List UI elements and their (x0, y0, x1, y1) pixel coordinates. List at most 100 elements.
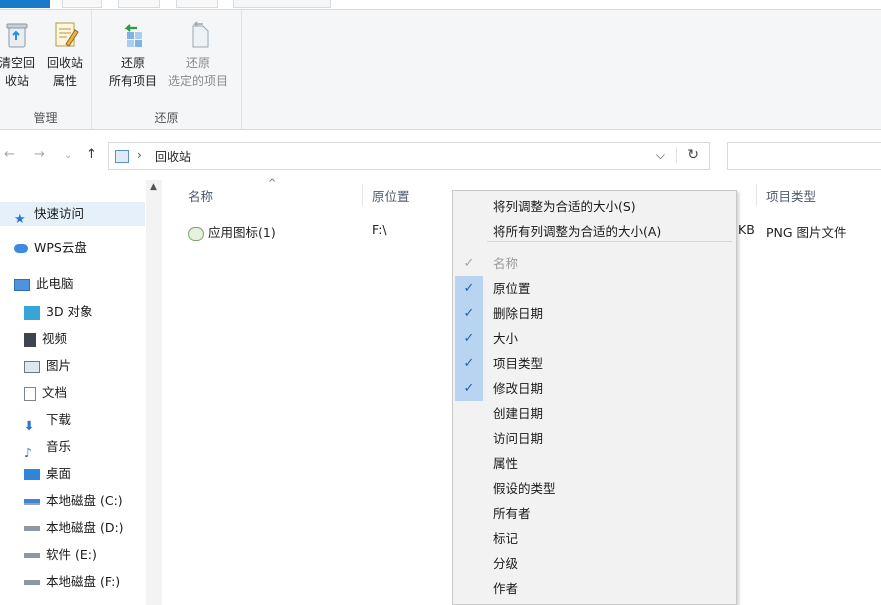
check-icon: ✓ (455, 276, 483, 301)
menu-item-label: 项目类型 (493, 356, 544, 371)
nav-item-drive-c[interactable]: 本地磁盘 (C:) (0, 489, 145, 513)
tab-share[interactable] (118, 0, 160, 8)
menu-column-toggle-date-accessed[interactable]: 访问日期 (453, 426, 736, 451)
navigation-bar: ← → ⌄ ↑ › 回收站 ⌵ ↻ (0, 138, 881, 174)
restore-all-items-button[interactable]: 还原 所有项目 (102, 18, 164, 90)
file-size: KB (738, 222, 755, 237)
search-input[interactable] (727, 142, 881, 170)
menu-item-label: 原位置 (493, 281, 531, 296)
restore-all-icon (124, 24, 142, 47)
check-icon (455, 426, 483, 451)
nav-item-drive-f[interactable]: 本地磁盘 (F:) (0, 570, 145, 594)
menu-column-toggle-authors[interactable]: 作者 (453, 576, 736, 601)
nav-item-3d-objects[interactable]: 3D 对象 (0, 300, 145, 324)
menu-column-toggle-attributes[interactable]: 属性 (453, 451, 736, 476)
menu-column-toggle-date-modified[interactable]: ✓ 修改日期 (453, 376, 736, 401)
nav-item-downloads[interactable]: ⬇ 下载 (0, 408, 145, 433)
menu-item-label: 分级 (493, 556, 519, 571)
menu-item-label: 作者 (493, 581, 519, 596)
check-icon (455, 476, 483, 501)
menu-item-label: 删除日期 (493, 306, 544, 321)
scroll-up-arrow-icon[interactable]: ▲ (150, 182, 157, 192)
cube-icon (24, 305, 40, 320)
nav-item-desktop[interactable]: 桌面 (0, 462, 145, 486)
column-context-menu: 将列调整为合适的大小(S) 将所有列调整为合适的大小(A) ✓ 名称 ✓ 原位置 ✓ 删除… (452, 190, 737, 605)
menu-column-toggle-perceived-type[interactable]: 假设的类型 (453, 476, 736, 501)
ribbon-group-restore: 还原 所有项目 还原 选定的项目 还原 (92, 10, 242, 130)
menu-column-toggle-size[interactable]: ✓ 大小 (453, 326, 736, 351)
menu-column-toggle-name: ✓ 名称 (453, 251, 736, 276)
tab-view[interactable] (176, 0, 218, 8)
computer-icon (14, 278, 30, 291)
drive-icon (24, 580, 40, 585)
empty-recycle-bin-button[interactable]: 清空回 收站 (0, 18, 40, 90)
restore-selected-items-button[interactable]: 还原 选定的项目 (164, 18, 232, 90)
check-icon (455, 551, 483, 576)
file-name: 应用图标(1) (208, 225, 276, 240)
nav-item-label: 本地磁盘 (C:) (46, 493, 123, 508)
nav-item-drive-e[interactable]: 软件 (E:) (0, 543, 145, 567)
restore-selected-icon (192, 21, 209, 48)
refresh-icon[interactable]: ↻ (676, 147, 699, 163)
nav-item-label: 软件 (E:) (46, 547, 97, 562)
nav-item-quick-access[interactable]: ★ 快速访问 (0, 202, 145, 227)
breadcrumb-recycle-bin[interactable]: 回收站 (155, 148, 191, 165)
menu-column-toggle-original-location[interactable]: ✓ 原位置 (453, 276, 736, 301)
column-header-item-type[interactable]: 项目类型 (766, 186, 816, 205)
menu-column-toggle-tags[interactable]: 标记 (453, 526, 736, 551)
menu-column-toggle-date-created[interactable]: 创建日期 (453, 401, 736, 426)
column-divider[interactable] (362, 184, 363, 206)
up-button[interactable]: ↑ (86, 147, 97, 162)
nav-item-documents[interactable]: 文档 (0, 381, 145, 405)
nav-item-label: 视频 (42, 331, 68, 346)
menu-column-toggle-date-deleted[interactable]: ✓ 删除日期 (453, 301, 736, 326)
nav-item-this-pc[interactable]: 此电脑 (0, 272, 145, 296)
menu-column-toggle-item-type[interactable]: ✓ 项目类型 (453, 351, 736, 376)
menu-item-size-column-to-fit[interactable]: 将列调整为合适的大小(S) (453, 194, 736, 219)
nav-pane-scrollbar[interactable]: ▲ (146, 180, 162, 605)
tab-file[interactable] (0, 0, 50, 8)
file-original-location: F:\ (372, 222, 387, 237)
file-type: PNG 图片文件 (766, 225, 847, 240)
download-arrow-icon: ⬇ (24, 417, 35, 433)
file-row[interactable]: 应用图标(1) (188, 222, 276, 241)
restore-selected-label-2: 选定的项目 (167, 74, 228, 88)
forward-button[interactable]: → (34, 147, 45, 162)
check-icon (455, 451, 483, 476)
nav-item-label: 下载 (46, 412, 72, 427)
ribbon-group-restore-label: 还原 (154, 111, 179, 125)
nav-item-wps-cloud[interactable]: WPS云盘 (0, 236, 145, 260)
nav-item-label: 桌面 (46, 466, 72, 481)
nav-item-label: 本地磁盘 (F:) (46, 574, 121, 589)
check-icon (455, 576, 483, 601)
drive-icon (24, 553, 40, 558)
nav-item-music[interactable]: ♪ 音乐 (0, 435, 145, 460)
menu-item-label: 将列调整为合适的大小(S) (493, 199, 636, 214)
menu-column-toggle-rating[interactable]: 分级 (453, 551, 736, 576)
nav-item-videos[interactable]: 视频 (0, 327, 145, 351)
tab-home[interactable] (62, 0, 102, 8)
back-button[interactable]: ← (4, 147, 15, 162)
properties-label-2: 属性 (52, 74, 77, 88)
tab-recycle-bin-tools[interactable] (233, 0, 331, 8)
document-icon (24, 386, 36, 401)
ribbon: 清空回 收站 回收站 属性 管理 还原 所有项目 还原 选定的项目 还原 (0, 10, 881, 130)
column-divider[interactable] (756, 184, 757, 206)
nav-item-label: 快速访问 (34, 206, 85, 221)
check-icon: ✓ (455, 351, 483, 376)
recent-locations-button[interactable]: ⌄ (64, 150, 72, 161)
nav-item-pictures[interactable]: 图片 (0, 354, 145, 378)
ribbon-group-manage: 清空回 收站 回收站 属性 管理 (0, 10, 92, 130)
menu-column-toggle-owner[interactable]: 所有者 (453, 501, 736, 526)
recycle-bin-properties-button[interactable]: 回收站 属性 (42, 18, 88, 90)
address-dropdown-icon[interactable]: ⌵ (656, 148, 665, 163)
address-bar[interactable]: › 回收站 ⌵ ↻ (108, 142, 710, 170)
restore-all-label-2: 所有项目 (108, 74, 157, 88)
nav-item-drive-d[interactable]: 本地磁盘 (D:) (0, 516, 145, 540)
column-header-original-location[interactable]: 原位置 (372, 186, 410, 205)
cloud-icon (14, 244, 28, 253)
column-header-name[interactable]: 名称 (188, 186, 213, 205)
ribbon-tab-strip (0, 0, 881, 10)
nav-item-label: 图片 (46, 358, 72, 373)
menu-item-label: 创建日期 (493, 406, 544, 421)
